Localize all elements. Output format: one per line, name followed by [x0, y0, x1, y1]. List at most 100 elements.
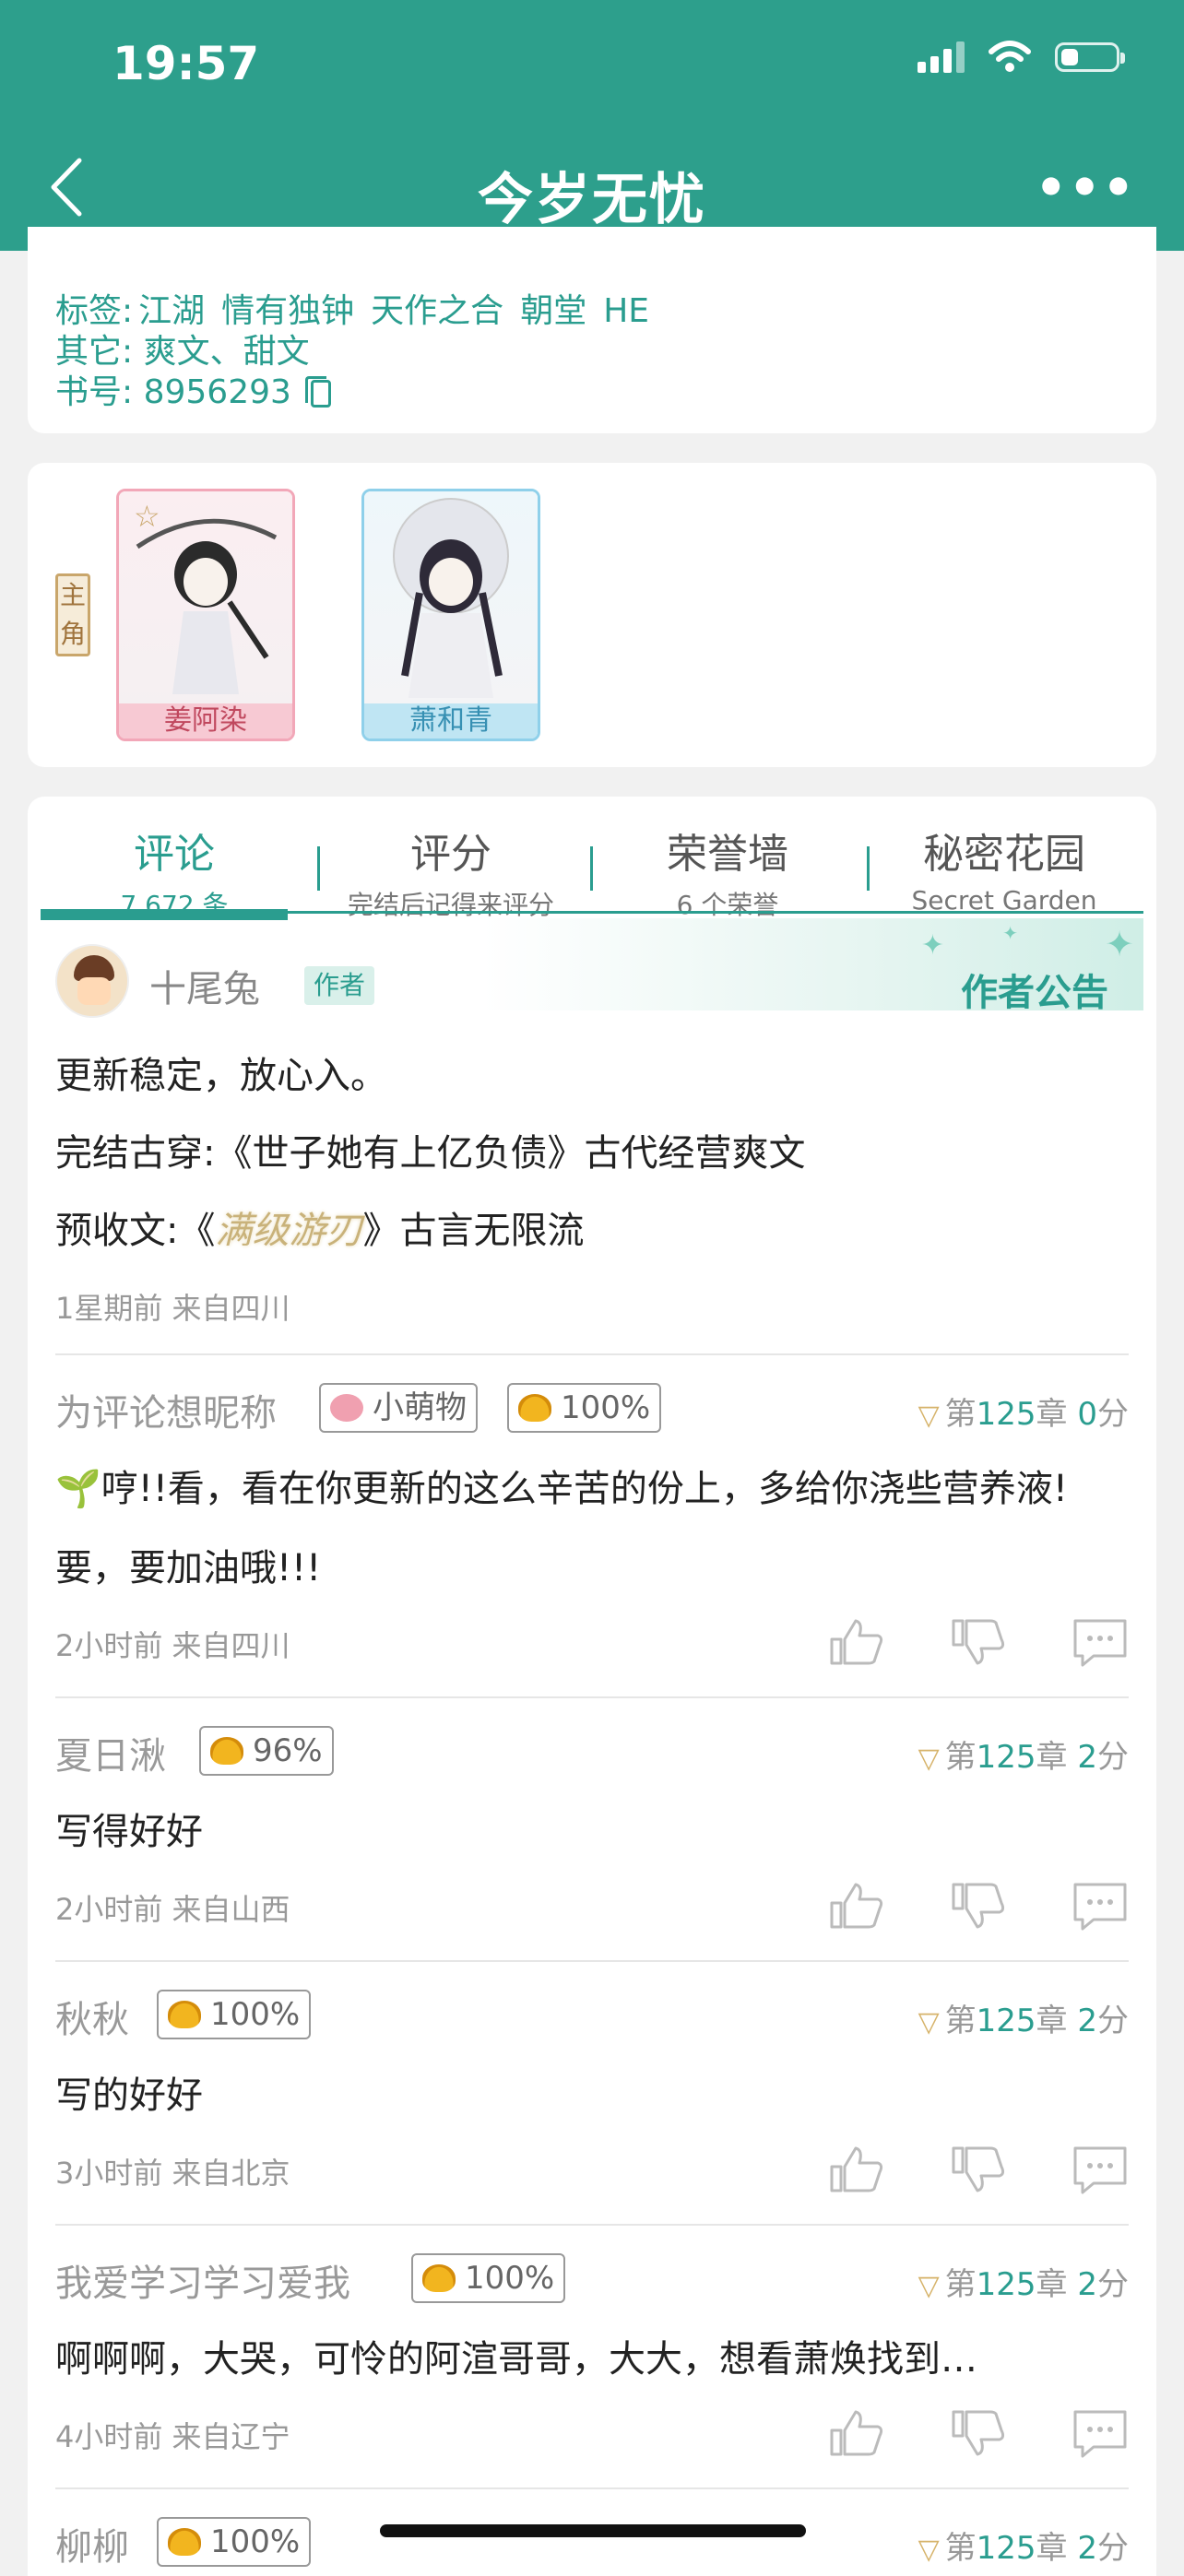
author-name[interactable]: 十尾兔 [149, 959, 260, 1012]
sparkle-icon: ✦ [1002, 922, 1018, 944]
more-horizontal-icon: ••• [1035, 159, 1136, 217]
thumbs-up-icon[interactable] [828, 2408, 885, 2456]
chapter-score: ▽ 第125章 2分 [918, 2266, 1129, 2303]
support-badge: 100% [411, 2253, 566, 2303]
comment-icon[interactable] [1072, 1881, 1129, 1931]
status-time: 19:57 [112, 37, 260, 90]
book-info-card: 标签: 江湖 情有独钟 天作之合 朝堂 HE 其它: 爽文、甜文 书号: 8956293 [28, 227, 1156, 433]
comment-icon[interactable] [1072, 1617, 1129, 1667]
tab-separator [867, 846, 870, 891]
characters-card: 主角 ☆ 姜阿染 萧和青 [28, 463, 1156, 767]
thumbs-down-icon[interactable] [950, 2408, 1007, 2456]
thumbs-up-icon[interactable] [828, 1881, 885, 1929]
divider [55, 2224, 1129, 2226]
star-icon: ☆ [134, 499, 160, 534]
comment-text: 啊啊啊，大哭，可怜的阿渲哥哥，大大，想看萧焕找到… [55, 2338, 977, 2381]
support-badge: 96% [199, 1726, 334, 1776]
tab-subtitle: 完结后记得来评分 [347, 890, 554, 920]
character-card[interactable]: 萧和青 [361, 489, 540, 741]
character-name: 萧和青 [364, 703, 538, 739]
chapter-score: ▽ 第125章 2分 [918, 2003, 1129, 2039]
support-badge: 100% [157, 2517, 312, 2567]
gold-ingot-icon [518, 1394, 551, 1422]
paw-icon [330, 1394, 363, 1422]
fan-badge: 小萌物 [319, 1383, 478, 1433]
v-badge-icon: ▽ [918, 2006, 940, 2038]
more-button[interactable]: ••• [1035, 159, 1136, 217]
tab-separator [590, 846, 593, 891]
comment-actions [828, 1881, 1129, 1931]
gold-ingot-icon [422, 2264, 456, 2292]
support-badge: 100% [157, 1990, 312, 2039]
notice-line: 预收文:《满级游刃》古言无限流 [55, 1200, 584, 1254]
tab-title: 评分 [410, 831, 491, 878]
comment-actions [828, 2145, 1129, 2194]
comment-icon[interactable] [1072, 2408, 1129, 2458]
commenter-name[interactable]: 柳柳 [55, 2517, 129, 2570]
tab-honor-wall[interactable]: 荣誉墙 6 个荣誉 [594, 806, 861, 922]
support-badge-value: 96% [253, 1732, 323, 1769]
fan-badge-label: 小萌物 [373, 1389, 467, 1426]
copy-icon[interactable] [305, 376, 332, 408]
chapter-score: ▽ 第125章 0分 [918, 1396, 1129, 1433]
gold-ingot-icon [168, 2528, 201, 2556]
comment-text: 写的好好 [55, 2074, 203, 2117]
preorder-book-link[interactable]: 满级游刃 [215, 1210, 362, 1252]
thumbs-up-icon[interactable] [828, 2145, 885, 2192]
notice-line: 更新稳定，放心入。 [55, 1055, 387, 1097]
thumbs-down-icon[interactable] [950, 2145, 1007, 2192]
comment-meta: 3小时前 来自北京 [55, 2156, 290, 2191]
comment-text: 🌱哼!!看，看在你更新的这么辛苦的份上，多给你浇些营养液!要，要加油哦!!! [55, 1468, 1068, 1589]
commenter-name[interactable]: 我爱学习学习爱我 [55, 2253, 350, 2307]
character-name: 姜阿染 [119, 703, 292, 739]
v-badge-icon: ▽ [918, 1400, 940, 1432]
notice-line: 完结古穿:《世子她有上亿负债》古代经营爽文 [55, 1132, 806, 1175]
character-card[interactable]: ☆ 姜阿染 [116, 489, 295, 741]
notice-meta: 1星期前 来自四川 [55, 1291, 290, 1326]
sparkle-icon: ✦ [920, 929, 944, 962]
v-badge-icon: ▽ [918, 2270, 940, 2302]
role-label: 主角 [55, 573, 90, 656]
divider [55, 1960, 1129, 1962]
v-badge-icon: ▽ [918, 1743, 940, 1775]
comment-text: 写得好好 [55, 1811, 203, 1853]
comment-meta: 2小时前 来自山西 [55, 1892, 290, 1927]
divider [55, 1696, 1129, 1698]
support-badge-value: 100% [465, 2260, 555, 2297]
thumbs-down-icon[interactable] [950, 1617, 1007, 1665]
notice-line-prefix: 预收文:《 [55, 1210, 216, 1252]
book-id-label: 书号: [55, 373, 134, 411]
status-icons [918, 41, 1125, 74]
tag[interactable]: HE [603, 292, 649, 330]
battery-icon [1055, 42, 1125, 72]
tab-bar: 评论 7,672 条 评分 完结后记得来评分 荣誉墙 6 个荣誉 秘密花园 Se… [41, 806, 1143, 922]
comment-meta: 2小时前 来自四川 [55, 1628, 290, 1663]
thumbs-down-icon[interactable] [950, 1881, 1007, 1929]
commenter-name[interactable]: 夏日湫 [55, 1726, 166, 1779]
top-bar: 19:57 今岁无忧 ••• [0, 0, 1184, 251]
comment-actions [828, 1617, 1129, 1667]
thumbs-up-icon[interactable] [828, 1617, 885, 1665]
tag[interactable]: 朝堂 [520, 292, 586, 330]
tab-title: 秘密花园 [923, 831, 1085, 878]
commenter-name[interactable]: 秋秋 [55, 1990, 129, 2043]
avatar[interactable] [55, 944, 129, 1018]
comment-icon[interactable] [1072, 2145, 1129, 2194]
support-badge: 100% [507, 1383, 662, 1433]
divider [55, 1353, 1129, 1355]
commenter-name[interactable]: 为评论想昵称 [55, 1383, 277, 1436]
page-title: 今岁无忧 [478, 168, 706, 232]
sparkle-icon: ✦ [1105, 924, 1134, 964]
tab-rating[interactable]: 评分 完结后记得来评分 [317, 806, 585, 922]
tab-subtitle: 6 个荣誉 [676, 890, 779, 920]
divider [55, 2487, 1129, 2489]
tab-active-indicator [41, 909, 288, 920]
tab-secret-garden[interactable]: 秘密花园 Secret Garden [870, 806, 1138, 916]
comments-card: 评论 7,672 条 评分 完结后记得来评分 荣誉墙 6 个荣誉 秘密花园 Se… [28, 797, 1156, 2576]
tag[interactable]: 天作之合 [371, 292, 503, 330]
comment-actions [828, 2408, 1129, 2458]
notice-line-suffix: 》古言无限流 [362, 1210, 585, 1252]
cellular-signal-icon [918, 41, 965, 73]
comment-meta: 4小时前 来自辽宁 [55, 2419, 290, 2454]
tab-comments[interactable]: 评论 7,672 条 [41, 806, 308, 922]
